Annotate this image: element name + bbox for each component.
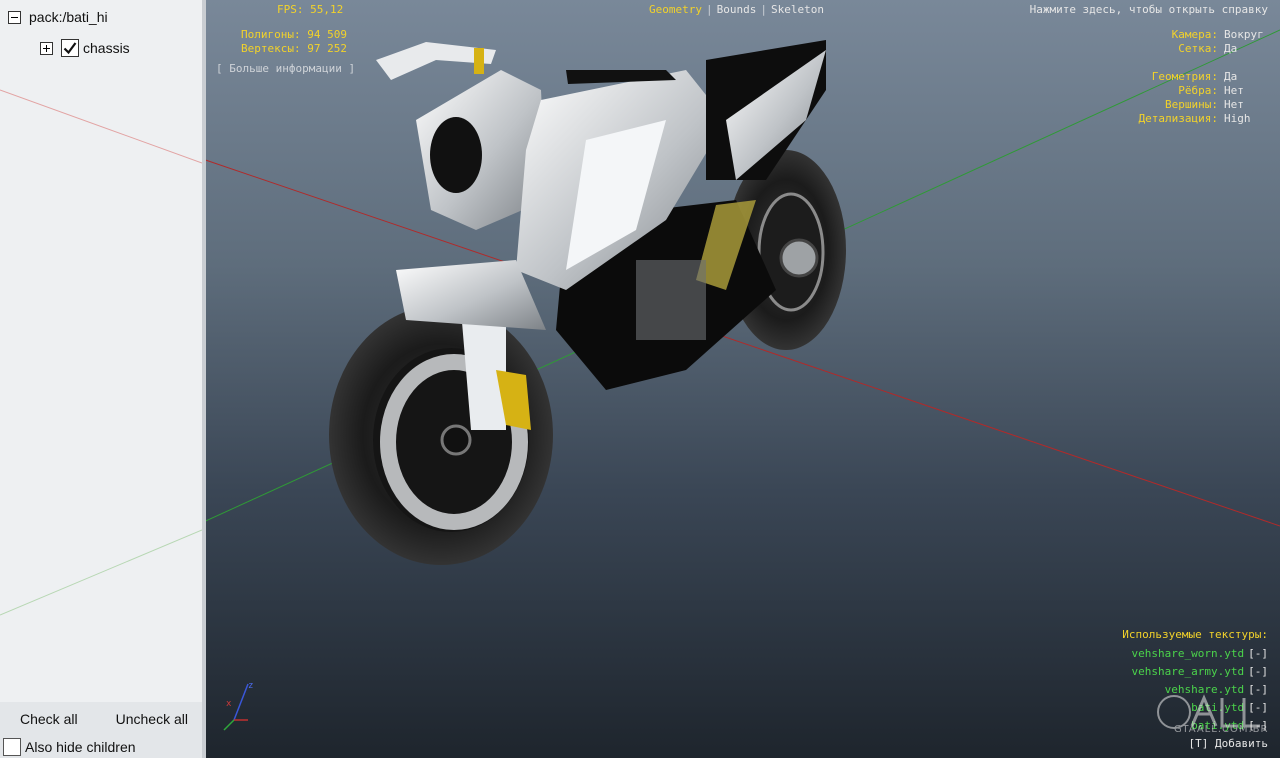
settings-render: Геометрия: Да Рёбра: Нет Вершины: Нет Детал… xyxy=(1139,70,1268,126)
viewport-axis-line-overlay xyxy=(0,89,202,616)
gizmo-x-label: x xyxy=(226,699,232,709)
used-textures-title: Используемые текстуры: xyxy=(1122,628,1268,641)
watermark-text: GTAALL.COM.BR xyxy=(1174,724,1269,735)
chassis-visibility-checkbox[interactable] xyxy=(61,39,79,57)
also-hide-children-label[interactable]: Also hide children xyxy=(25,739,136,755)
scene-tree[interactable]: pack:/bati_hi chassis xyxy=(0,0,202,702)
tree-node-root-label[interactable]: pack:/bati_hi xyxy=(29,9,108,25)
uncheck-all-button[interactable]: Uncheck all xyxy=(116,711,188,727)
expand-icon[interactable] xyxy=(40,41,53,55)
setting-vertices[interactable]: Вершины: Нет xyxy=(1139,98,1268,112)
setting-grid[interactable]: Сетка: Да xyxy=(1172,42,1268,56)
polygon-count: Полигоны: 94 509 xyxy=(241,28,347,41)
collapse-icon[interactable] xyxy=(8,10,21,24)
model-viewport[interactable]: FPS: 55,12 Полигоны: 94 509 Вертексы: 97… xyxy=(206,0,1280,758)
setting-geometry[interactable]: Геометрия: Да xyxy=(1139,70,1268,84)
settings-camera-grid: Камера: Вокруг Сетка: Да xyxy=(1172,28,1268,56)
also-hide-children-option[interactable]: Also hide children xyxy=(0,736,202,758)
vertex-count: Вертексы: 97 252 xyxy=(241,42,347,55)
tab-bounds[interactable]: Bounds xyxy=(717,3,757,16)
texture-row[interactable]: vehshare_army.ytd [-] xyxy=(1122,665,1268,679)
also-hide-children-checkbox[interactable] xyxy=(3,738,21,756)
setting-camera[interactable]: Камера: Вокруг xyxy=(1172,28,1268,42)
tree-node-chassis[interactable]: chassis xyxy=(40,37,130,59)
remove-texture-button[interactable]: [-] xyxy=(1244,647,1268,661)
gizmo-z-label: z xyxy=(248,681,253,691)
tree-actions-bar: Check all Uncheck all xyxy=(0,702,202,736)
tab-geometry[interactable]: Geometry xyxy=(649,3,702,16)
texture-row[interactable]: vehshare_worn.ytd [-] xyxy=(1122,647,1268,661)
help-link[interactable]: Нажмите здесь, чтобы открыть справку xyxy=(1030,3,1268,17)
more-info-link[interactable]: [ Больше информации ] xyxy=(216,62,355,76)
render-mode-tabs: Geometry | Bounds | Skeleton xyxy=(649,3,824,16)
setting-edges[interactable]: Рёбра: Нет xyxy=(1139,84,1268,98)
tab-skeleton[interactable]: Skeleton xyxy=(771,3,824,16)
checkmark-icon xyxy=(63,42,77,55)
motorcycle-model-render xyxy=(329,40,846,565)
tree-node-chassis-label[interactable]: chassis xyxy=(83,40,130,56)
tree-node-root[interactable]: pack:/bati_hi xyxy=(8,6,108,28)
fps-counter: FPS: 55,12 xyxy=(277,3,344,16)
axis-gizmo: z x xyxy=(223,681,253,731)
remove-texture-button[interactable]: [-] xyxy=(1244,665,1268,679)
watermark: GTAALL.COM.BR xyxy=(1152,692,1270,740)
setting-detail-level[interactable]: Детализация: High xyxy=(1139,112,1268,126)
scene-tree-panel: pack:/bati_hi chassis Check all Uncheck … xyxy=(0,0,206,758)
check-all-button[interactable]: Check all xyxy=(20,711,78,727)
